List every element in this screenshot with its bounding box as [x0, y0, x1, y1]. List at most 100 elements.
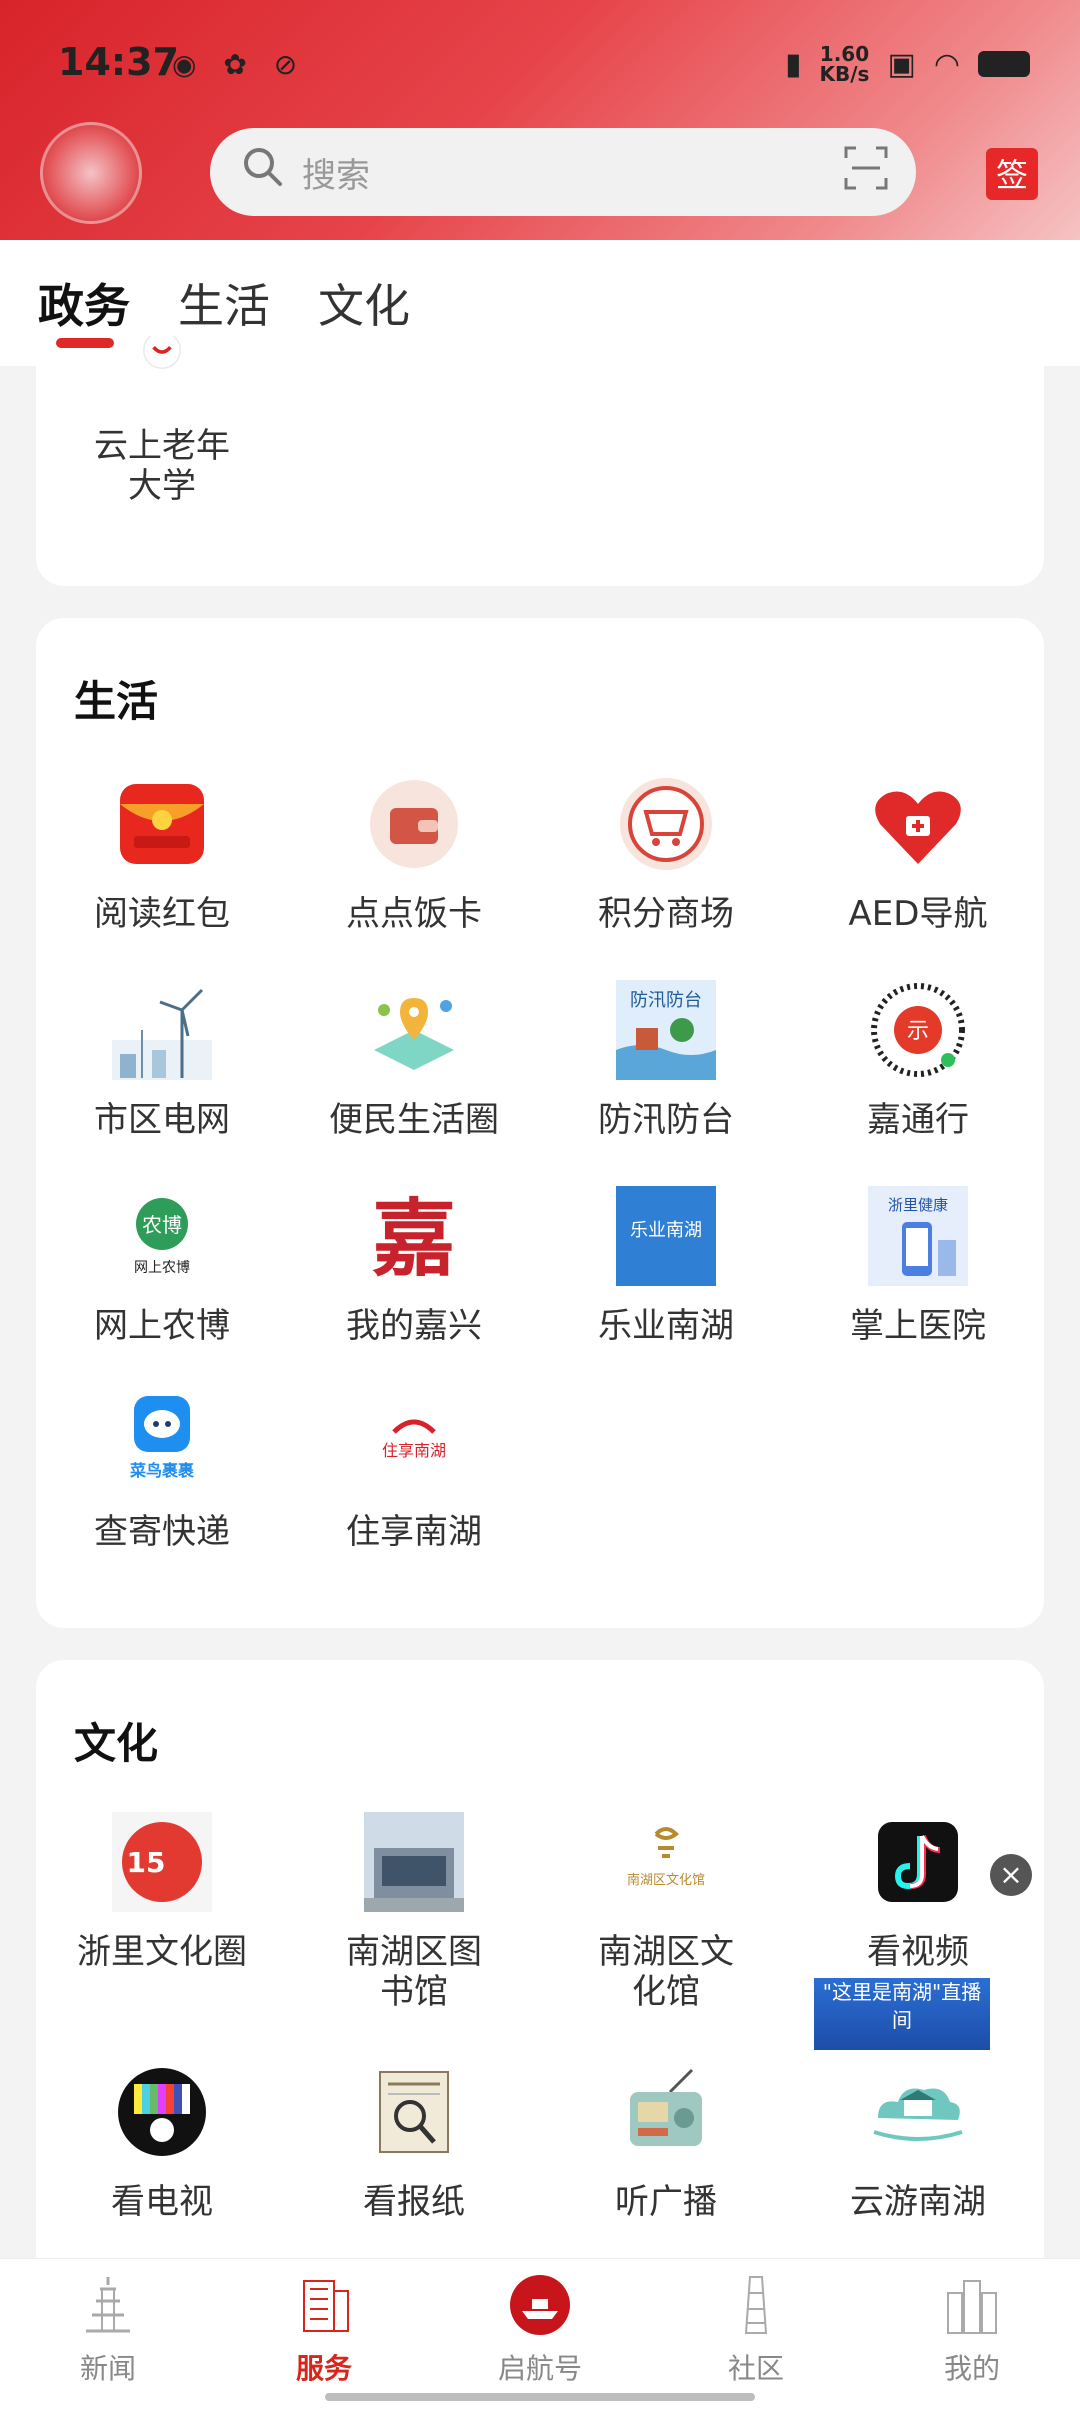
nav-label: 服务: [295, 2352, 352, 2385]
service-item[interactable]: 看电视: [36, 2062, 288, 2222]
service-item[interactable]: 南湖区图 书馆: [288, 1812, 540, 2012]
service-item[interactable]: 嘉 我的嘉兴: [288, 1186, 540, 1346]
flood-icon: 防汛防台: [616, 980, 716, 1080]
service-label: 市区电网: [94, 1100, 230, 1140]
agri-expo-icon: 农博 网上农博: [134, 1198, 190, 1276]
service-item[interactable]: 南湖区文化馆 南湖区文 化馆: [540, 1812, 792, 2012]
service-label: 点点饭卡: [346, 894, 482, 934]
agri-icon-text: 农博: [142, 1213, 182, 1237]
service-item[interactable]: 云上老年 大学: [36, 336, 288, 506]
service-label: 防汛防台: [598, 1100, 734, 1140]
elder-university-icon: [143, 336, 181, 369]
close-ad-button[interactable]: ×: [990, 1854, 1032, 1896]
wallet-icon: [370, 780, 458, 868]
label-line1: 云上老年: [94, 426, 230, 466]
service-label: 阅读红包: [94, 894, 230, 934]
culture-center-icon: 南湖区文化馆: [627, 1827, 705, 1888]
status-bar: 14:37 ◉ ✿ ⊘ ▮ 1.60 KB/s ▣ ◠: [0, 30, 1080, 100]
wind-turbine-icon: [112, 988, 212, 1080]
qr-code-icon: 示: [871, 983, 965, 1077]
nav-launch[interactable]: 启航号: [470, 2273, 610, 2387]
nav-label: 我的: [943, 2352, 1000, 2385]
service-item[interactable]: 便民生活圈: [288, 980, 540, 1140]
life-card: 生活 阅读红包 点点饭卡 积分商场 AED导航 市区电网 便民生活圈 防汛防台 …: [36, 618, 1044, 1628]
status-right-icons: ▮ 1.60 KB/s ▣ ◠: [785, 44, 1030, 84]
tv-icon: [118, 2068, 206, 2156]
service-item[interactable]: 积分商场: [540, 774, 792, 934]
map-pin-icon: [374, 998, 454, 1070]
service-label: 南湖区文 化馆: [540, 1932, 792, 2012]
service-item[interactable]: AED导航: [792, 774, 1044, 934]
cainiao-icon: 菜鸟裹裹: [129, 1396, 195, 1480]
service-label: 听广播: [615, 2182, 717, 2222]
label-line1: 南湖区文: [598, 1932, 734, 1972]
nav-label: 新闻: [79, 2352, 136, 2385]
nav-community[interactable]: 社区: [686, 2273, 826, 2387]
status-notification-icons: ◉ ✿ ⊘: [172, 48, 315, 81]
nav-label: 启航号: [497, 2352, 582, 2385]
tiktok-icon: [878, 1822, 958, 1902]
service-label: 查寄快递: [94, 1512, 230, 1552]
sign-in-button[interactable]: 签: [986, 148, 1038, 200]
service-item[interactable]: 住享南湖 住享南湖: [288, 1392, 540, 1552]
service-item[interactable]: 看报纸: [288, 2062, 540, 2222]
hospital-icon-text: 浙里健康: [888, 1196, 948, 1214]
service-label: 网上农博: [94, 1306, 230, 1346]
service-item[interactable]: 农博 网上农博 网上农博: [36, 1186, 288, 1346]
service-label: 云游南湖: [850, 2182, 986, 2222]
service-item[interactable]: 15 浙里文化圈: [36, 1812, 288, 1972]
leaf-icon: ⊘: [273, 48, 298, 81]
app-logo[interactable]: [40, 122, 142, 224]
battery-icon: [978, 51, 1030, 77]
gov-card: 云上老年 大学: [36, 336, 1044, 586]
tab-life[interactable]: 生活: [178, 270, 270, 336]
section-title: 生活: [74, 677, 159, 726]
cart-icon: [620, 778, 712, 870]
live-stream-banner[interactable]: "这里是南湖"直播间: [812, 1976, 992, 2052]
service-label: 嘉通行: [867, 1100, 969, 1140]
service-label: 看视频: [867, 1932, 969, 1972]
service-item[interactable]: 阅读红包: [36, 774, 288, 934]
tab-gov[interactable]: 政务: [38, 270, 130, 336]
service-label: 云上老年 大学: [36, 426, 288, 506]
service-item[interactable]: 乐业南湖 乐业南湖: [540, 1186, 792, 1346]
bottom-nav: 新闻 服务 启航号 社区 我的: [0, 2258, 1080, 2409]
service-item[interactable]: 浙里健康 掌上医院: [792, 1186, 1044, 1346]
flood-icon-text: 防汛防台: [630, 990, 702, 1011]
service-item[interactable]: 云游南湖: [792, 2062, 1044, 2222]
jiaxing-icon-text: 嘉: [372, 1189, 456, 1286]
nav-service[interactable]: 服务: [254, 2273, 394, 2387]
tower-icon: [744, 2276, 768, 2334]
jiaxing-icon: 嘉: [372, 1189, 456, 1286]
service-label: 掌上医院: [850, 1306, 986, 1346]
nav-mine[interactable]: 我的: [902, 2273, 1042, 2387]
search-icon: [244, 148, 282, 186]
search-input[interactable]: 搜索: [210, 128, 916, 216]
newspaper-icon: [379, 2071, 449, 2153]
service-label: AED导航: [848, 894, 988, 934]
search-placeholder: 搜索: [302, 156, 370, 196]
tab-culture[interactable]: 文化: [318, 270, 410, 336]
service-icon: [303, 2280, 349, 2332]
service-item[interactable]: 菜鸟裹裹 查寄快递: [36, 1392, 288, 1552]
job-icon: 乐业南湖: [616, 1186, 716, 1286]
scan-icon[interactable]: [842, 144, 890, 192]
culture-circle-text: 15: [127, 1846, 166, 1879]
service-label: 浙里文化圈: [77, 1932, 247, 1972]
nav-news[interactable]: 新闻: [38, 2273, 178, 2387]
flower-icon: ✿: [223, 48, 247, 81]
pagoda-icon: [86, 2277, 130, 2333]
cloud-tour-icon: [873, 2088, 963, 2141]
job-icon-text: 乐业南湖: [630, 1220, 702, 1241]
label-line2: 化馆: [632, 1972, 700, 2012]
boat-icon: [510, 2275, 570, 2335]
service-item[interactable]: 听广播: [540, 2062, 792, 2222]
home-indicator[interactable]: [325, 2393, 755, 2401]
service-item[interactable]: 点点饭卡: [288, 774, 540, 934]
service-item[interactable]: 市区电网: [36, 980, 288, 1140]
aed-heart-icon: [875, 791, 961, 864]
service-label: 看报纸: [363, 2182, 465, 2222]
service-item[interactable]: 防汛防台 防汛防台: [540, 980, 792, 1140]
service-item[interactable]: 示 嘉通行: [792, 980, 1044, 1140]
label-line2: 书馆: [380, 1972, 448, 2012]
